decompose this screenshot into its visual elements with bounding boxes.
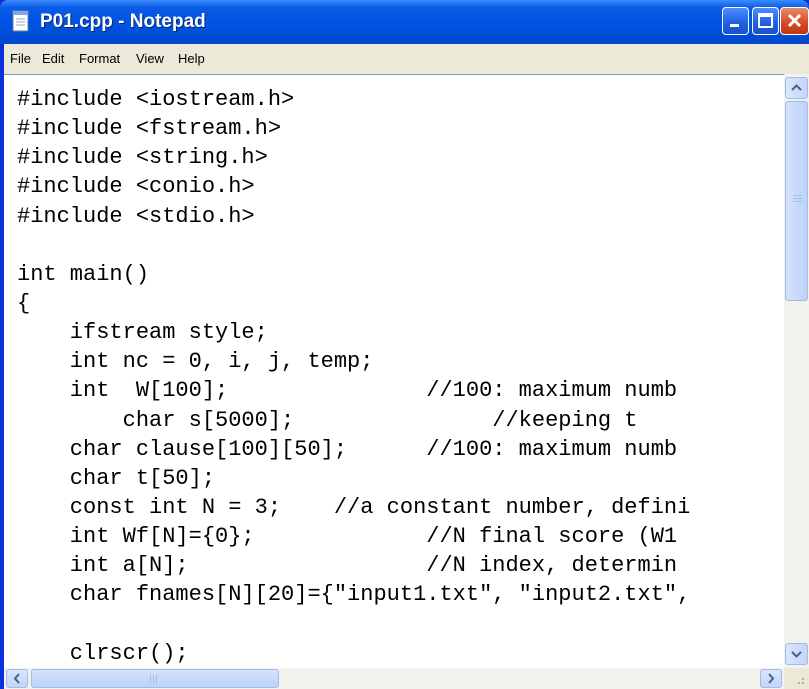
scroll-down-button[interactable] <box>785 643 808 665</box>
code-line: int main() <box>17 261 150 287</box>
close-button[interactable] <box>780 7 809 35</box>
menu-help[interactable]: Help <box>178 51 205 66</box>
window-title: P01.cpp - Notepad <box>40 11 206 32</box>
code-line: const int N = 3; //a constant number, de… <box>17 494 691 520</box>
code-line: char fnames[N][20]={"input1.txt", "input… <box>17 582 691 608</box>
code-line: int a[N]; //N index, determin <box>17 553 678 579</box>
code-line: #include <string.h> <box>17 145 268 171</box>
scroll-left-icon <box>13 673 20 684</box>
code-line: int Wf[N]={0}; //N final score (W1 <box>17 524 678 550</box>
code-line: char t[50]; <box>17 465 216 491</box>
resize-grip-icon <box>798 678 804 684</box>
title-bar[interactable]: P01.cpp - Notepad <box>0 0 809 44</box>
vertical-scroll-thumb[interactable] <box>785 101 808 301</box>
code-line: #include <fstream.h> <box>17 116 282 142</box>
code-line: #include <conio.h> <box>17 174 255 200</box>
menu-bar: File Edit Format View Help <box>4 44 809 74</box>
vertical-scrollbar[interactable] <box>784 74 809 668</box>
scroll-up-icon <box>791 84 802 91</box>
scroll-right-icon <box>768 673 775 684</box>
maximize-icon <box>758 13 773 28</box>
code-line: clrscr(); <box>17 640 189 666</box>
scroll-right-button[interactable] <box>760 669 782 688</box>
code-line: { <box>17 290 31 316</box>
scroll-up-button[interactable] <box>785 77 808 99</box>
menu-view[interactable]: View <box>136 51 164 66</box>
code-line: #include <iostream.h> <box>17 87 295 112</box>
menu-edit[interactable]: Edit <box>42 51 64 66</box>
notepad-icon <box>12 10 29 32</box>
grip-icon <box>150 675 159 683</box>
menu-format[interactable]: Format <box>79 51 120 66</box>
code-line: ifstream style; <box>17 320 268 346</box>
code-line: char s[5000]; //keeping t <box>17 407 638 433</box>
code-line: char clause[100][50]; //100: maximum num… <box>17 436 678 462</box>
maximize-button[interactable] <box>752 7 779 35</box>
code-line: int nc = 0, i, j, temp; <box>17 349 374 375</box>
scroll-down-icon <box>791 651 802 658</box>
code-line: int W[100]; //100: maximum numb <box>17 378 678 404</box>
code-text: #include <iostream.h> #include <fstream.h… <box>17 85 690 668</box>
minimize-icon <box>730 24 739 27</box>
resize-grip[interactable] <box>784 668 809 689</box>
text-editor[interactable]: #include <iostream.h> #include <fstream.h… <box>4 74 784 668</box>
notepad-window: P01.cpp - Notepad File Edit Format View … <box>0 0 809 689</box>
scroll-left-button[interactable] <box>6 669 28 688</box>
horizontal-scroll-thumb[interactable] <box>31 669 279 688</box>
horizontal-scrollbar[interactable] <box>4 668 784 689</box>
code-line: #include <stdio.h> <box>17 203 255 229</box>
minimize-button[interactable] <box>722 7 749 35</box>
close-icon <box>787 13 802 28</box>
menu-file[interactable]: File <box>10 51 31 66</box>
grip-icon <box>793 195 802 204</box>
